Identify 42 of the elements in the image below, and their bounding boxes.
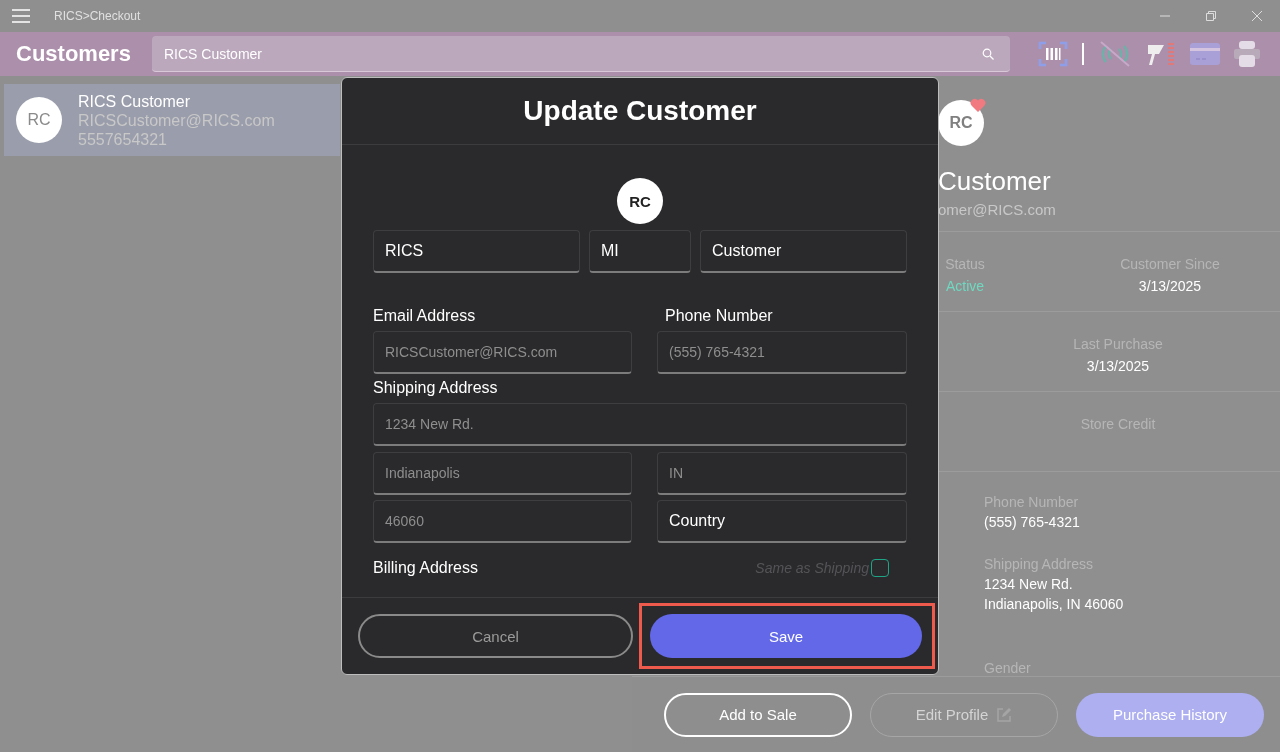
text-field[interactable]: Country <box>657 500 907 543</box>
customer-name: RICS Customer <box>78 91 192 111</box>
menu-icon[interactable] <box>12 9 30 23</box>
field-label: Shipping Address <box>373 379 499 397</box>
checkbox[interactable] <box>871 559 889 577</box>
field-label: Billing Address <box>373 559 478 577</box>
avatar: RC <box>938 100 984 146</box>
wireless-off-icon[interactable] <box>1098 41 1132 67</box>
text-field[interactable]: 46060 <box>373 500 632 543</box>
field-label: Email Address <box>373 307 477 325</box>
app-title: RICS>Checkout <box>54 9 141 23</box>
text-field[interactable]: 1234 New Rd. <box>373 403 907 446</box>
field-label: Phone Number <box>665 307 774 325</box>
address-line: Indianapolis, IN 46060 <box>984 596 1125 612</box>
text-field[interactable]: RICSCustomer@RICS.com <box>373 331 632 374</box>
text-field[interactable]: Indianapolis <box>373 452 632 495</box>
customer-since-value: 3/13/2025 <box>1138 278 1202 294</box>
scanner-gun-icon[interactable] <box>1146 41 1176 67</box>
restore-icon[interactable] <box>1206 11 1216 21</box>
last-purchase-value: 3/13/2025 <box>1086 358 1150 374</box>
page-title: Customers <box>16 41 132 67</box>
status-value: Active <box>945 278 985 294</box>
barcode-scan-icon[interactable] <box>1038 41 1068 67</box>
text-field[interactable]: RICS <box>373 230 580 273</box>
text-field[interactable]: MI <box>589 230 691 273</box>
customer-name: Customer <box>938 166 1052 197</box>
search-icon[interactable] <box>982 48 994 60</box>
avatar: RC <box>16 97 62 143</box>
phone-value: (555) 765-4321 <box>984 514 1081 530</box>
printer-icon[interactable] <box>1234 41 1260 67</box>
text-field[interactable]: Customer <box>700 230 907 273</box>
customer-email: omer@RICS.com <box>938 201 1057 218</box>
dialog-title: Update Customer <box>342 78 938 145</box>
save-button[interactable]: Save <box>650 614 922 658</box>
avatar: RC <box>617 178 663 224</box>
action-button[interactable]: Add to Sale <box>664 692 852 737</box>
credit-card-icon[interactable] <box>1190 43 1220 65</box>
text-field[interactable]: (555) 765-4321 <box>657 331 907 374</box>
cancel-button[interactable]: Cancel <box>358 614 633 658</box>
text-field[interactable]: IN <box>657 452 907 495</box>
address-line: 1234 New Rd. <box>984 576 1074 592</box>
close-icon[interactable] <box>1252 11 1262 21</box>
